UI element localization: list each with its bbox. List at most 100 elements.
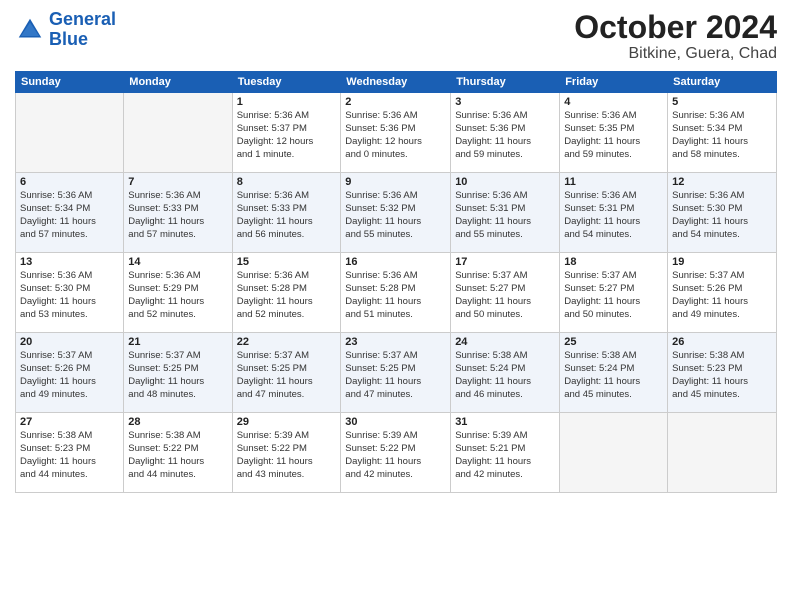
calendar-header-row: Sunday Monday Tuesday Wednesday Thursday… (16, 72, 777, 93)
table-row: 2 Sunrise: 5:36 AMSunset: 5:36 PMDaylight… (341, 93, 451, 173)
day-number: 25 (564, 336, 663, 348)
table-row: 1 Sunrise: 5:36 AMSunset: 5:37 PMDaylight… (232, 93, 341, 173)
logo-icon (15, 15, 45, 45)
day-number: 23 (345, 336, 446, 348)
col-sunday: Sunday (16, 72, 124, 93)
table-row: 20Sunrise: 5:37 AMSunset: 5:26 PMDayligh… (16, 333, 124, 413)
day-number: 21 (128, 336, 227, 348)
calendar-week-row: 20Sunrise: 5:37 AMSunset: 5:26 PMDayligh… (16, 333, 777, 413)
day-number: 14 (128, 256, 227, 268)
day-number: 13 (20, 256, 119, 268)
day-number: 30 (345, 416, 446, 428)
day-info: Sunrise: 5:36 AMSunset: 5:31 PMDaylight:… (455, 190, 555, 241)
day-number: 6 (20, 176, 119, 188)
day-number: 8 (237, 176, 337, 188)
day-number: 26 (672, 336, 772, 348)
table-row: 23 Sunrise: 5:37 AMSunset: 5:25 PMDayligh… (341, 333, 451, 413)
calendar: Sunday Monday Tuesday Wednesday Thursday… (15, 71, 777, 493)
day-number: 1 (237, 96, 337, 108)
table-row: 28Sunrise: 5:38 AMSunset: 5:22 PMDayligh… (124, 413, 232, 493)
day-info: Sunrise: 5:38 AMSunset: 5:24 PMDaylight:… (455, 350, 555, 401)
table-row: 9Sunrise: 5:36 AMSunset: 5:32 PMDaylight… (341, 173, 451, 253)
day-info: Sunrise: 5:36 AMSunset: 5:33 PMDaylight:… (237, 190, 337, 241)
col-tuesday: Tuesday (232, 72, 341, 93)
day-info: Sunrise: 5:36 AMSunset: 5:28 PMDaylight:… (237, 270, 337, 321)
table-row: 7Sunrise: 5:36 AMSunset: 5:33 PMDaylight… (124, 173, 232, 253)
table-row: 15 Sunrise: 5:36 AMSunset: 5:28 PMDayligh… (232, 253, 341, 333)
col-saturday: Saturday (668, 72, 777, 93)
table-row (668, 413, 777, 493)
day-info: Sunrise: 5:36 AMSunset: 5:32 PMDaylight:… (345, 190, 446, 241)
col-friday: Friday (560, 72, 668, 93)
day-info: Sunrise: 5:36 AMSunset: 5:30 PMDaylight:… (20, 270, 119, 321)
day-info: Sunrise: 5:36 AMSunset: 5:34 PMDaylight:… (672, 110, 772, 161)
day-info: Sunrise: 5:37 AMSunset: 5:25 PMDaylight:… (237, 350, 337, 401)
calendar-week-row: 1 Sunrise: 5:36 AMSunset: 5:37 PMDaylight… (16, 93, 777, 173)
table-row: 10 Sunrise: 5:36 AMSunset: 5:31 PMDayligh… (451, 173, 560, 253)
logo-general: General (49, 9, 116, 29)
table-row: 24 Sunrise: 5:38 AMSunset: 5:24 PMDayligh… (451, 333, 560, 413)
day-info: Sunrise: 5:36 AMSunset: 5:28 PMDaylight:… (345, 270, 446, 321)
day-number: 17 (455, 256, 555, 268)
day-info: Sunrise: 5:38 AMSunset: 5:24 PMDaylight:… (564, 350, 663, 401)
header: General Blue October 2024 Bitkine, Guera… (15, 10, 777, 63)
day-info: Sunrise: 5:36 AMSunset: 5:37 PMDaylight:… (237, 110, 337, 161)
day-info: Sunrise: 5:36 AMSunset: 5:34 PMDaylight:… (20, 190, 119, 241)
day-info: Sunrise: 5:38 AMSunset: 5:23 PMDaylight:… (672, 350, 772, 401)
day-number: 11 (564, 176, 663, 188)
table-row: 16 Sunrise: 5:36 AMSunset: 5:28 PMDayligh… (341, 253, 451, 333)
table-row: 4 Sunrise: 5:36 AMSunset: 5:35 PMDaylight… (560, 93, 668, 173)
day-number: 31 (455, 416, 555, 428)
day-number: 12 (672, 176, 772, 188)
day-info: Sunrise: 5:36 AMSunset: 5:31 PMDaylight:… (564, 190, 663, 241)
day-info: Sunrise: 5:39 AMSunset: 5:22 PMDaylight:… (345, 430, 446, 481)
table-row: 21Sunrise: 5:37 AMSunset: 5:25 PMDayligh… (124, 333, 232, 413)
table-row: 26 Sunrise: 5:38 AMSunset: 5:23 PMDayligh… (668, 333, 777, 413)
table-row: 22 Sunrise: 5:37 AMSunset: 5:25 PMDayligh… (232, 333, 341, 413)
day-info: Sunrise: 5:36 AMSunset: 5:36 PMDaylight:… (345, 110, 446, 161)
day-number: 3 (455, 96, 555, 108)
table-row: 17Sunrise: 5:37 AMSunset: 5:27 PMDayligh… (451, 253, 560, 333)
table-row: 18 Sunrise: 5:37 AMSunset: 5:27 PMDayligh… (560, 253, 668, 333)
day-info: Sunrise: 5:39 AMSunset: 5:22 PMDaylight:… (237, 430, 337, 481)
day-number: 20 (20, 336, 119, 348)
day-number: 16 (345, 256, 446, 268)
day-number: 29 (237, 416, 337, 428)
table-row (16, 93, 124, 173)
table-row: 6 Sunrise: 5:36 AMSunset: 5:34 PMDaylight… (16, 173, 124, 253)
table-row: 19Sunrise: 5:37 AMSunset: 5:26 PMDayligh… (668, 253, 777, 333)
day-number: 10 (455, 176, 555, 188)
day-info: Sunrise: 5:36 AMSunset: 5:36 PMDaylight:… (455, 110, 555, 161)
col-monday: Monday (124, 72, 232, 93)
day-info: Sunrise: 5:36 AMSunset: 5:35 PMDaylight:… (564, 110, 663, 161)
page: General Blue October 2024 Bitkine, Guera… (0, 0, 792, 612)
day-number: 18 (564, 256, 663, 268)
logo-text: General Blue (49, 10, 116, 50)
calendar-week-row: 27Sunrise: 5:38 AMSunset: 5:23 PMDayligh… (16, 413, 777, 493)
table-row: 3 Sunrise: 5:36 AMSunset: 5:36 PMDaylight… (451, 93, 560, 173)
table-row: 13 Sunrise: 5:36 AMSunset: 5:30 PMDayligh… (16, 253, 124, 333)
day-number: 22 (237, 336, 337, 348)
day-info: Sunrise: 5:37 AMSunset: 5:25 PMDaylight:… (345, 350, 446, 401)
day-number: 15 (237, 256, 337, 268)
day-number: 4 (564, 96, 663, 108)
day-info: Sunrise: 5:36 AMSunset: 5:30 PMDaylight:… (672, 190, 772, 241)
table-row: 27Sunrise: 5:38 AMSunset: 5:23 PMDayligh… (16, 413, 124, 493)
title-block: October 2024 Bitkine, Guera, Chad (574, 10, 777, 63)
calendar-week-row: 13 Sunrise: 5:36 AMSunset: 5:30 PMDayligh… (16, 253, 777, 333)
table-row: 29 Sunrise: 5:39 AMSunset: 5:22 PMDayligh… (232, 413, 341, 493)
table-row: 31 Sunrise: 5:39 AMSunset: 5:21 PMDayligh… (451, 413, 560, 493)
day-number: 5 (672, 96, 772, 108)
day-info: Sunrise: 5:39 AMSunset: 5:21 PMDaylight:… (455, 430, 555, 481)
day-number: 2 (345, 96, 446, 108)
table-row: 11 Sunrise: 5:36 AMSunset: 5:31 PMDayligh… (560, 173, 668, 253)
table-row: 14Sunrise: 5:36 AMSunset: 5:29 PMDayligh… (124, 253, 232, 333)
day-number: 24 (455, 336, 555, 348)
day-number: 7 (128, 176, 227, 188)
logo: General Blue (15, 10, 116, 50)
table-row: 8 Sunrise: 5:36 AMSunset: 5:33 PMDaylight… (232, 173, 341, 253)
day-info: Sunrise: 5:38 AMSunset: 5:23 PMDaylight:… (20, 430, 119, 481)
table-row: 5 Sunrise: 5:36 AMSunset: 5:34 PMDaylight… (668, 93, 777, 173)
day-info: Sunrise: 5:37 AMSunset: 5:27 PMDaylight:… (564, 270, 663, 321)
table-row (124, 93, 232, 173)
